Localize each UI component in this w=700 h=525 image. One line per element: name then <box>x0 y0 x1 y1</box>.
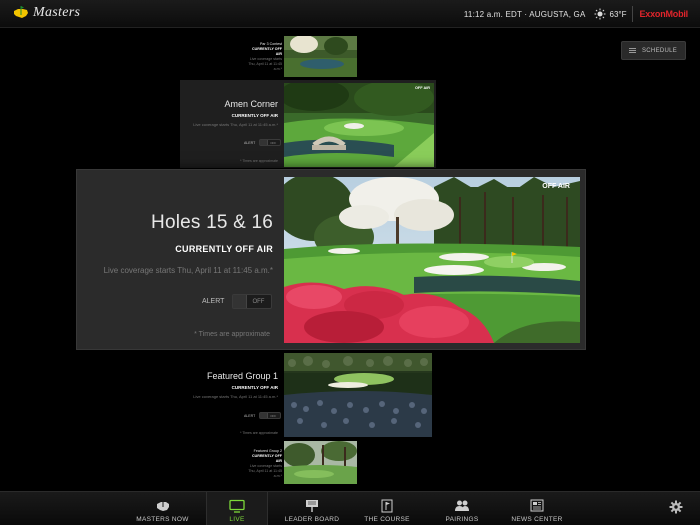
clock-location: 11:12 a.m. EDT · AUGUSTA, GA <box>463 9 586 19</box>
channel-thumbnail[interactable]: OFF AIR <box>284 83 434 167</box>
sponsor-logo[interactable]: ExxonMobil <box>639 9 688 19</box>
nav-label: THE COURSE <box>364 516 410 523</box>
channel-thumbnail[interactable] <box>284 36 357 77</box>
channel-card-featured-group-2[interactable]: Featured Group 2 CURRENTLY OFF AIR Live … <box>246 441 358 485</box>
channel-desc: Live coverage starts Thu, April 11 at 11… <box>248 464 282 478</box>
alert-toggle[interactable]: OFF <box>259 412 282 419</box>
times-note: * Times are approximate <box>240 159 278 163</box>
times-note: * Times are approximate <box>194 331 270 338</box>
toggle-state: OFF <box>252 298 265 305</box>
channel-card-par3[interactable]: Par 3 Contest CURRENTLY OFF AIR Live cov… <box>246 36 358 78</box>
nav-label: MASTERS NOW <box>136 516 189 523</box>
list-icon <box>629 48 636 53</box>
nav-label: NEWS CENTER <box>511 516 563 523</box>
featured-group-2-photo <box>284 441 357 484</box>
channel-desc: Live coverage starts Thu, April 11 at 11… <box>193 394 278 399</box>
channel-title: Holes 15 & 16 <box>151 212 273 233</box>
logo-text: Masters <box>33 5 81 20</box>
channel-info: Par 3 Contest CURRENTLY OFF AIR Live cov… <box>246 42 282 72</box>
alert-toggle[interactable]: OFF <box>232 294 273 309</box>
schedule-label: SCHEDULE <box>642 47 678 54</box>
header-divider <box>632 6 634 22</box>
channel-status: CURRENTLY OFF AIR <box>175 244 273 254</box>
nav-leader-board[interactable]: LEADER BOARD <box>280 492 344 525</box>
settings-gear-icon[interactable] <box>669 500 683 514</box>
alert-label: ALERT <box>244 140 256 145</box>
masters-now-icon <box>156 500 169 511</box>
channel-thumbnail[interactable] <box>284 353 432 437</box>
alert-label: ALERT <box>202 298 225 305</box>
nav-pairings[interactable]: PAIRINGS <box>434 492 490 525</box>
toggle-state: OFF <box>270 140 277 145</box>
nav-news-center[interactable]: NEWS CENTER <box>506 492 568 525</box>
nav-label: LEADER BOARD <box>284 516 340 523</box>
tv-icon <box>229 499 245 513</box>
flag-icon <box>381 499 393 513</box>
featured-group-1-photo <box>284 353 432 437</box>
alert-row: ALERT OFF <box>244 412 282 419</box>
channel-status: CURRENTLY OFF AIR <box>231 113 278 118</box>
channel-status: CURRENTLY OFF AIR <box>252 47 282 56</box>
alert-row: ALERT OFF <box>244 139 282 146</box>
channel-info: Amen Corner CURRENTLY OFF AIR Live cover… <box>186 99 278 128</box>
off-air-badge: OFF AIR <box>414 86 430 90</box>
toggle-state: OFF <box>270 413 277 418</box>
par3-photo <box>284 36 357 77</box>
channel-desc: Live coverage starts Thu, April 11 at 11… <box>248 57 282 71</box>
top-header: Masters 11:12 a.m. EDT · AUGUSTA, GA 63°… <box>0 0 700 28</box>
alert-label: ALERT <box>244 413 256 418</box>
sun-icon <box>594 8 605 20</box>
times-note: * Times are approximate <box>240 431 278 435</box>
channel-status: CURRENTLY OFF AIR <box>252 454 282 463</box>
alert-toggle[interactable]: OFF <box>259 139 282 146</box>
holes-15-16-photo <box>284 177 580 343</box>
usa-map-flag-icon <box>14 6 28 18</box>
off-air-badge: OFF AIR <box>542 183 570 190</box>
channel-info: Featured Group 2 CURRENTLY OFF AIR Live … <box>246 449 282 479</box>
channel-info: Holes 15 & 16 CURRENTLY OFF AIR Live cov… <box>87 212 273 276</box>
nav-masters-now[interactable]: MASTERS NOW <box>125 492 200 525</box>
channel-desc: Live coverage starts Thu, April 11 at 11… <box>193 122 278 127</box>
channel-info: Featured Group 1 CURRENTLY OFF AIR Live … <box>186 371 278 400</box>
nav-label: LIVE <box>229 516 245 523</box>
channel-card-holes-15-16[interactable]: Holes 15 & 16 CURRENTLY OFF AIR Live cov… <box>76 169 586 350</box>
channel-desc: Live coverage starts Thu, April 11 at 11… <box>103 266 273 275</box>
alert-row: ALERT OFF <box>202 294 273 309</box>
channel-thumbnail[interactable] <box>284 441 357 484</box>
pairings-icon <box>455 500 469 511</box>
channel-card-amen-corner[interactable]: Amen Corner CURRENTLY OFF AIR Live cover… <box>180 80 436 168</box>
news-icon <box>530 499 544 512</box>
bottom-nav: MASTERS NOW LIVE LEADER BOARD THE COURSE <box>0 491 700 525</box>
amen-corner-photo <box>284 83 434 167</box>
nav-live[interactable]: LIVE <box>206 492 268 525</box>
leader-board-icon <box>306 500 318 512</box>
schedule-button[interactable]: SCHEDULE <box>621 41 686 60</box>
channel-title: Amen Corner <box>224 99 278 109</box>
nav-the-course[interactable]: THE COURSE <box>358 492 416 525</box>
channel-card-featured-group-1[interactable]: Featured Group 1 CURRENTLY OFF AIR Live … <box>180 353 436 439</box>
temperature: 63°F <box>609 9 627 19</box>
nav-label: PAIRINGS <box>445 516 479 523</box>
channel-thumbnail[interactable]: OFF AIR <box>284 177 580 343</box>
masters-logo[interactable]: Masters <box>12 4 80 22</box>
channel-title: Featured Group 1 <box>206 371 278 381</box>
channel-status: CURRENTLY OFF AIR <box>231 385 278 390</box>
